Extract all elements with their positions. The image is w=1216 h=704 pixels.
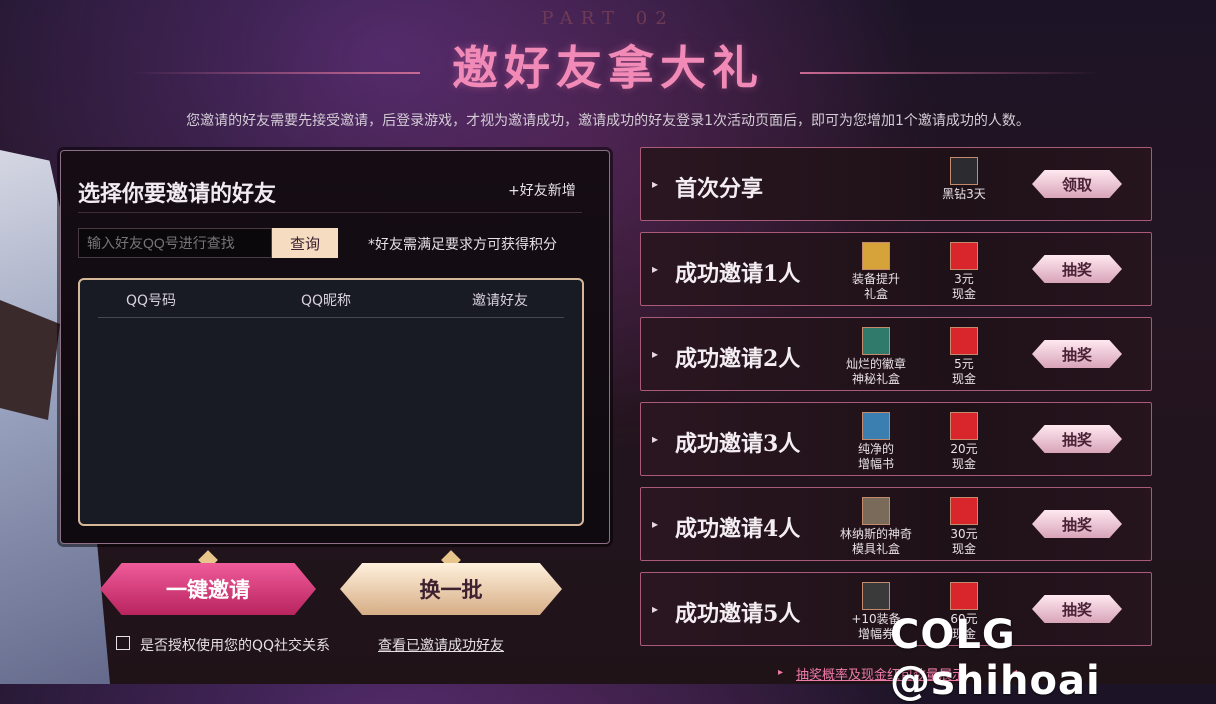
reward-item-label: 5元 现金: [951, 357, 976, 386]
draw-button[interactable]: 抽奖: [1032, 425, 1122, 453]
plus10-ticket-icon: [862, 582, 890, 610]
reward-title: 成功邀请2人: [675, 346, 801, 372]
reward-item-label: 林纳斯的神奇 模具礼盒: [839, 527, 912, 556]
draw-button[interactable]: 抽奖: [1032, 510, 1122, 538]
badge-box-icon: [862, 327, 890, 355]
arrow-icon: ▸: [652, 262, 659, 276]
column-header-qq-nickname: QQ昵称: [300, 293, 352, 309]
red-packet-icon: [950, 327, 978, 355]
invite-rules-text: 您邀请的好友需要先接受邀请，后登录游戏，才视为邀请成功，邀请成功的好友登录1次活…: [186, 113, 1030, 129]
arrow-icon: ▸: [652, 432, 659, 446]
friend-table: [78, 278, 584, 526]
divider: [78, 212, 582, 213]
reward-title: 首次分享: [675, 176, 764, 202]
column-header-qq-number: QQ号码: [125, 293, 177, 309]
arrow-icon: ▸: [652, 347, 659, 361]
reward-item-label: 纯净的 增幅书: [857, 442, 894, 471]
equipment-box-icon: [862, 242, 890, 270]
arrow-icon: ▸: [652, 602, 659, 616]
add-friend-link[interactable]: +好友新增: [508, 180, 576, 200]
arrow-icon: ▸: [652, 177, 659, 191]
draw-button[interactable]: 抽奖: [1032, 340, 1122, 368]
authorize-checkbox[interactable]: [116, 636, 130, 650]
arrow-icon: ▸: [652, 517, 659, 531]
claim-button[interactable]: 领取: [1032, 170, 1122, 198]
black-diamond-icon: [950, 157, 978, 185]
amplify-book-icon: [862, 412, 890, 440]
reward-item-label: 3元 现金: [951, 272, 976, 301]
part-label: PART 02: [541, 8, 675, 29]
reward-item-label: 30元 现金: [950, 527, 978, 556]
invite-all-button[interactable]: 一键邀请: [100, 563, 316, 615]
draw-button[interactable]: 抽奖: [1032, 255, 1122, 283]
table-header-divider: [98, 317, 564, 318]
query-button[interactable]: 查询: [272, 228, 338, 258]
mold-box-icon: [862, 497, 890, 525]
points-note: *好友需满足要求方可获得积分: [368, 237, 557, 253]
triangle-right-icon: ▸: [778, 667, 784, 678]
refresh-batch-button[interactable]: 换一批: [340, 563, 562, 615]
red-packet-icon: [950, 412, 978, 440]
authorize-label: 是否授权使用您的QQ社交关系: [140, 638, 331, 654]
reward-title: 成功邀请1人: [675, 261, 801, 287]
reward-item-label: 黑钻3天: [942, 187, 986, 201]
reward-item-label: 灿烂的徽章 神秘礼盒: [845, 357, 906, 386]
column-header-invite: 邀请好友: [472, 293, 528, 309]
reward-item-label: 装备提升 礼盒: [851, 272, 900, 301]
reward-title: 成功邀请4人: [675, 516, 801, 542]
friend-search-input[interactable]: [78, 228, 272, 258]
red-packet-icon: [950, 497, 978, 525]
watermark-text: COLG @shihoai: [890, 612, 1101, 704]
section-title: 邀好友拿大礼: [452, 41, 764, 95]
view-invited-link[interactable]: 查看已邀请成功好友: [378, 635, 504, 655]
reward-title: 成功邀请5人: [675, 601, 801, 627]
reward-title: 成功邀请3人: [675, 431, 801, 457]
invite-panel-heading: 选择你要邀请的好友: [78, 181, 277, 207]
reward-item-label: 20元 现金: [950, 442, 978, 471]
red-packet-icon: [950, 242, 978, 270]
red-packet-icon: [950, 582, 978, 610]
